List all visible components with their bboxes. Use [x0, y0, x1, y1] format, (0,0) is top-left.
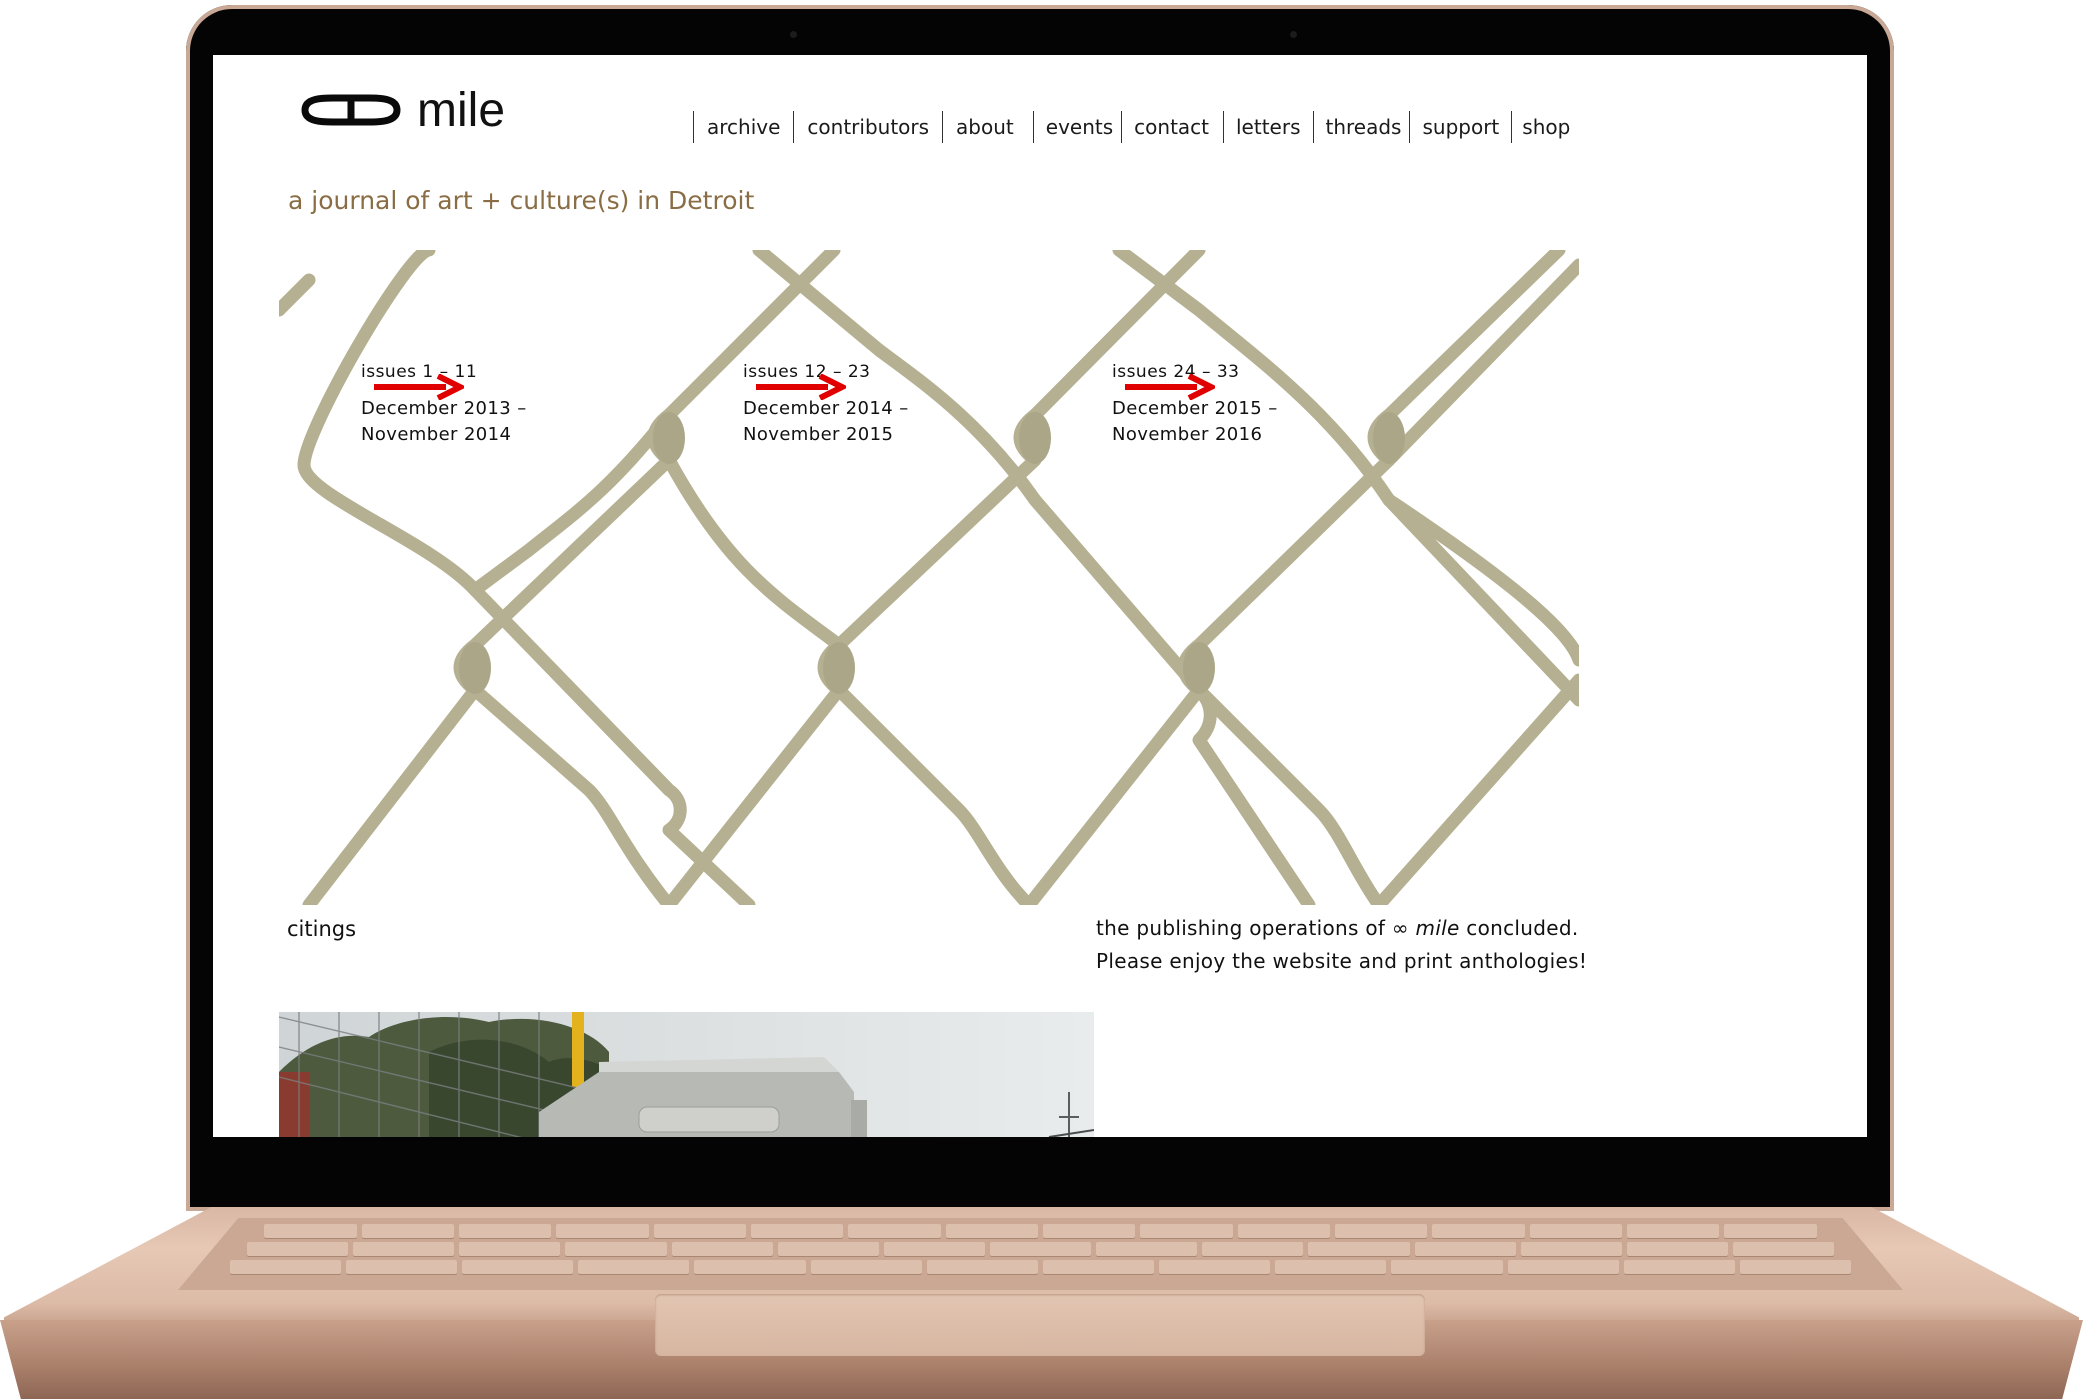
infinity-logo-icon: [301, 94, 401, 126]
main-nav: archive contributors about events contac…: [693, 111, 1570, 143]
camera-dot: [790, 31, 797, 38]
chain-link-fence-banner: issues 1 – 11 December 2013 – November 2…: [279, 250, 1579, 905]
chain-link-fence-image: [279, 250, 1579, 905]
issue-dates: December 2014 – November 2015: [743, 396, 909, 448]
issue-date-end: November 2015: [743, 424, 894, 445]
site-logo-link[interactable]: mile: [301, 83, 506, 137]
issue-group-2: issues 12 – 23 December 2014 – November …: [743, 362, 909, 448]
camera-dot: [1290, 31, 1297, 38]
nav-support[interactable]: support: [1409, 111, 1511, 143]
issue-group-3: issues 24 – 33 December 2015 – November …: [1112, 362, 1278, 448]
site-tagline: a journal of art + culture(s) in Detroit: [288, 186, 755, 215]
nav-archive[interactable]: archive: [693, 111, 793, 143]
street-photo-image: [279, 1012, 1094, 1137]
keyboard: [178, 1218, 1903, 1290]
nav-events[interactable]: events: [1032, 111, 1121, 143]
citings-link[interactable]: citings: [287, 917, 356, 941]
notice-text: the publishing operations of: [1096, 916, 1392, 940]
notice-mile: mile: [1415, 916, 1460, 940]
notice-text: concluded.: [1459, 916, 1579, 940]
notice-line-2: Please enjoy the website and print antho…: [1096, 949, 1588, 973]
issue-dates: December 2015 – November 2016: [1112, 396, 1278, 448]
issue-group-1: issues 1 – 11 December 2013 – November 2…: [361, 362, 527, 448]
issue-date-end: November 2016: [1112, 424, 1263, 445]
site-logo-text: mile: [417, 83, 506, 137]
red-right-arrow-icon[interactable]: [756, 374, 846, 400]
issue-date-end: November 2014: [361, 424, 512, 445]
browser-screen: mile archive contributors about events c…: [213, 55, 1867, 1137]
nav-contributors[interactable]: contributors: [793, 111, 942, 143]
nav-threads[interactable]: threads: [1312, 111, 1410, 143]
nav-contact[interactable]: contact: [1121, 111, 1223, 143]
touchpad: [655, 1294, 1425, 1356]
red-right-arrow-icon[interactable]: [374, 374, 464, 400]
infinity-symbol: ∞: [1391, 916, 1409, 940]
notice-line-1: the publishing operations of ∞ mile conc…: [1096, 912, 1587, 945]
nav-about[interactable]: about: [942, 111, 1033, 143]
citings-photo[interactable]: [279, 1012, 1094, 1137]
nav-letters[interactable]: letters: [1223, 111, 1313, 143]
red-right-arrow-icon[interactable]: [1125, 374, 1215, 400]
closing-notice: the publishing operations of ∞ mile conc…: [1096, 912, 1587, 978]
issue-dates: December 2013 – November 2014: [361, 396, 527, 448]
nav-shop[interactable]: shop: [1511, 111, 1570, 143]
